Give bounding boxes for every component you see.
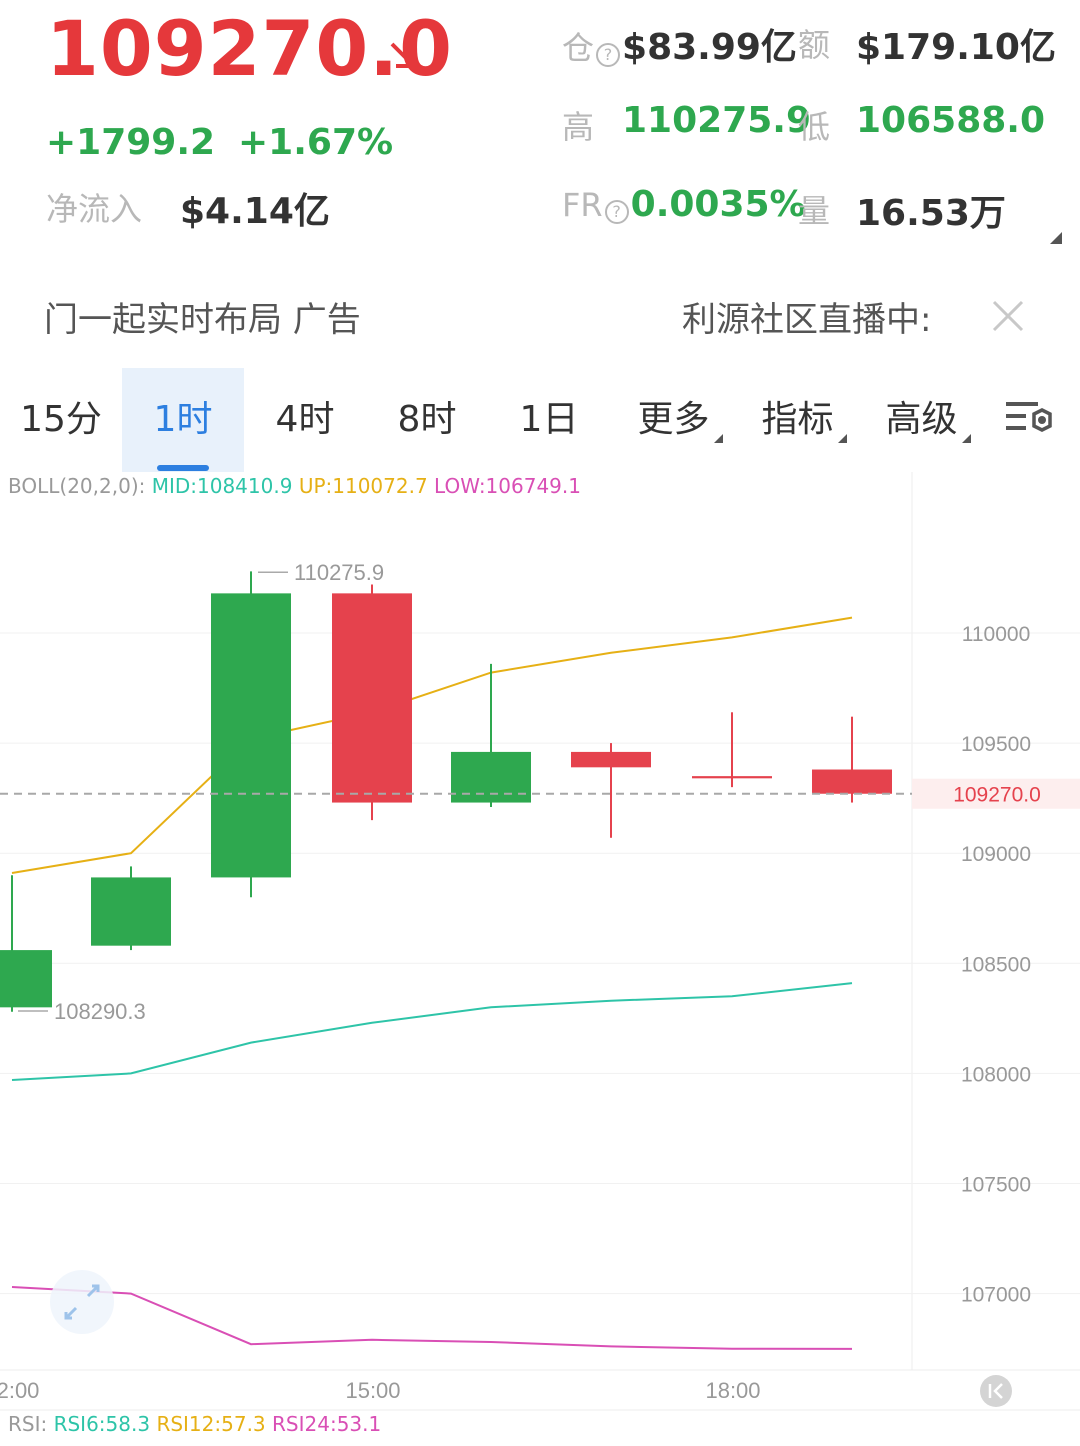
tab-advanced[interactable]: 高级	[870, 368, 986, 472]
high-marker-label: 110275.9	[294, 560, 384, 585]
candle-body	[571, 751, 651, 768]
candle-body	[692, 776, 772, 779]
chart-settings-icon[interactable]	[1004, 398, 1056, 442]
net-inflow-label: 净流入	[46, 190, 143, 228]
boll-low: LOW:106749.1	[434, 474, 581, 498]
tab-8h[interactable]: 8时	[372, 368, 482, 472]
high-label: 高	[562, 108, 595, 146]
price-down-arrow-icon	[390, 42, 416, 68]
candle-body	[451, 751, 531, 803]
candle-body	[211, 593, 291, 878]
tab-indicators[interactable]: 指标	[746, 368, 862, 472]
candle-body	[0, 950, 52, 1008]
tab-1d[interactable]: 1日	[494, 368, 604, 472]
rsi-legend: RSI: RSI6:58.3 RSI12:57.3 RSI24:53.1	[8, 1412, 381, 1436]
dropdown-icon	[961, 434, 971, 443]
tab-1h[interactable]: 1时	[122, 368, 244, 472]
expand-chart-bg	[50, 1270, 114, 1334]
timeframe-tabs: 15分 1时 4时 8时 1日 更多 指标 高级	[0, 368, 1080, 472]
amount-label: 额	[798, 26, 831, 64]
tab-4h[interactable]: 4时	[250, 368, 360, 472]
dropdown-icon	[713, 434, 723, 443]
funding-rate-label: FR	[562, 186, 603, 224]
boll-legend: BOLL(20,2,0): MID:108410.9 UP:110072.7 L…	[8, 474, 581, 498]
candle-body	[332, 593, 412, 803]
tab-more[interactable]: 更多	[622, 368, 738, 472]
low-value: 106588.0	[856, 100, 1046, 141]
rsi12: RSI12:57.3	[156, 1412, 266, 1436]
info-icon[interactable]: ?	[596, 42, 621, 67]
low-marker-label: 108290.3	[54, 999, 146, 1024]
price-change-pct: +1.67%	[238, 122, 394, 163]
open-interest-label: 仓	[562, 29, 595, 67]
net-inflow-value: $4.14亿	[180, 191, 330, 232]
open-interest-value: $83.99亿	[622, 27, 797, 68]
y-tick-label: 107000	[961, 1284, 1031, 1307]
open-interest-stat[interactable]: 仓? $83.99亿	[562, 18, 797, 70]
volume-label: 量	[798, 192, 831, 230]
live-banner-text[interactable]: 利源社区直播中:	[682, 292, 931, 341]
x-tick-label: 15:00	[345, 1378, 400, 1403]
tab-15m[interactable]: 15分	[8, 368, 114, 472]
high-value: 110275.9	[622, 100, 812, 141]
close-icon[interactable]	[990, 298, 1026, 334]
dropdown-icon	[837, 434, 847, 443]
y-tick-label: 109000	[961, 843, 1031, 866]
rsi24: RSI24:53.1	[272, 1412, 382, 1436]
y-tick-label: 107500	[961, 1174, 1031, 1197]
x-tick-label: 18:00	[705, 1378, 760, 1403]
candlestick-chart[interactable]: 110000 109500 109000 108500 108000 107500 1070…	[0, 470, 1080, 1446]
info-icon[interactable]: ?	[604, 199, 629, 224]
rsi6: RSI6:58.3	[53, 1412, 151, 1436]
expand-chart-icon[interactable]	[50, 1270, 114, 1334]
boll-prefix: BOLL(20,2,0):	[8, 474, 146, 498]
low-label: 低	[798, 108, 831, 146]
y-tick-label: 108500	[961, 953, 1031, 976]
amount-value: $179.10亿	[856, 27, 1056, 68]
expand-corner-icon[interactable]	[1050, 232, 1062, 244]
y-tick-label: 110000	[962, 623, 1031, 646]
price-change: +1799.2	[46, 122, 216, 163]
boll-mid: MID:108410.9	[151, 474, 293, 498]
x-tick-label: 2:00	[0, 1378, 39, 1403]
candle-body	[812, 769, 892, 794]
rsi-prefix: RSI:	[8, 1412, 48, 1436]
candle-body	[91, 877, 171, 946]
y-tick-label: 108000	[961, 1063, 1031, 1086]
ad-banner-text[interactable]: 门一起实时布局 广告	[44, 292, 361, 341]
boll-mid-line	[11, 982, 853, 1081]
volume-value: 16.53万	[856, 193, 1006, 234]
y-tick-label: 109500	[961, 733, 1031, 756]
boll-up-line	[11, 616, 853, 874]
jump-to-latest-icon[interactable]	[980, 1375, 1012, 1407]
boll-up: UP:110072.7	[298, 474, 428, 498]
funding-rate-stat[interactable]: FR? 0.0035%	[562, 184, 806, 225]
boll-low-line	[11, 1286, 853, 1350]
current-price-label: 109270.0	[953, 784, 1041, 807]
funding-rate-value: 0.0035%	[630, 184, 806, 225]
